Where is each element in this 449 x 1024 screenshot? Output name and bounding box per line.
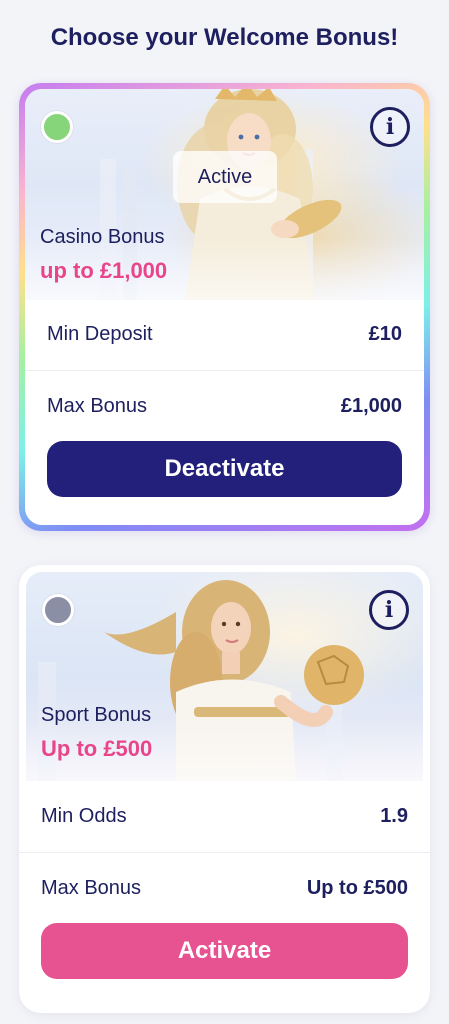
casino-bonus-card[interactable]: i Active Casino Bonus up to £1,000 Min D… [19,83,430,531]
min-odds-row: Min Odds 1.9 [41,801,408,831]
bonus-amount: Up to £500 [41,736,153,761]
max-bonus-row: Max Bonus Up to £500 [41,873,408,903]
divider [25,370,424,371]
bonus-name: Sport Bonus [41,704,152,726]
row-label: Max Bonus [47,394,148,417]
deactivate-button[interactable]: Deactivate [47,441,402,497]
casino-bonus-card-body: i Active Casino Bonus up to £1,000 Min D… [25,89,424,525]
activate-button[interactable]: Activate [41,923,408,979]
welcome-bonus-page: Choose your Welcome Bonus! i Active Casi… [0,0,449,1024]
active-badge: Active [173,151,277,203]
status-indicator [42,594,74,626]
casino-bonus-hero: i Active Casino Bonus up to £1,000 [25,89,424,300]
row-label: Min Deposit [47,322,153,345]
row-value: £1,000 [340,394,402,417]
row-value: £10 [368,322,402,345]
row-value: 1.9 [380,804,408,827]
bonus-name: Casino Bonus [40,226,165,248]
info-icon[interactable]: i [370,107,410,147]
page-title: Choose your Welcome Bonus! [50,24,399,51]
status-indicator [41,111,73,143]
max-bonus-row: Max Bonus £1,000 [47,391,402,421]
row-label: Min Odds [41,804,127,827]
row-value: Up to £500 [306,876,408,899]
info-icon[interactable]: i [369,590,409,630]
min-deposit-row: Min Deposit £10 [47,319,402,349]
sport-bonus-card[interactable]: i Sport Bonus Up to £500 Min Odds 1.9 Ma… [19,565,430,1013]
row-label: Max Bonus [41,876,142,899]
bonus-amount: up to £1,000 [40,258,168,283]
divider [19,852,430,853]
sport-bonus-hero: i Sport Bonus Up to £500 [26,572,423,781]
